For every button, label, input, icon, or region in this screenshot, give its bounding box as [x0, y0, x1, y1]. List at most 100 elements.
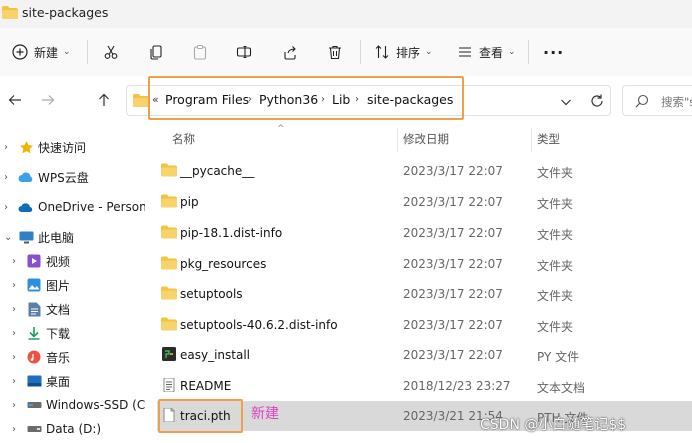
chevron-right-icon[interactable]: › [4, 142, 14, 153]
music-icon [26, 349, 42, 365]
file-date: 2023/3/17 22:07 [403, 195, 503, 209]
sidebar-item-this-pc[interactable]: ⌄ 此电脑 [4, 225, 74, 249]
rename-button[interactable] [236, 38, 252, 66]
refresh-icon[interactable] [589, 93, 605, 109]
delete-button[interactable] [327, 38, 343, 66]
sidebar-item-c-drive[interactable]: › Windows-SSD (C:) [12, 393, 145, 417]
new-button-label: 新建 [34, 45, 59, 60]
chevron-right-icon[interactable]: › [4, 172, 14, 183]
navigation-pane: › 快速访问 › WPS云盘 › OneDrive - Persona ⌄ 此电… [0, 124, 145, 443]
python-file-icon [162, 347, 176, 361]
sidebar-item-documents[interactable]: › 文档 [12, 297, 70, 321]
chevron-right-icon[interactable]: › [12, 328, 22, 339]
sidebar-item-label: 此电脑 [38, 230, 75, 245]
title-bar: site-packages [0, 0, 692, 28]
file-type: 文件夹 [537, 197, 574, 211]
file-name: easy_install [180, 348, 251, 362]
chevron-right-icon[interactable]: › [12, 352, 22, 363]
share-button[interactable] [282, 38, 298, 66]
back-button[interactable] [5, 90, 25, 110]
sidebar-item-pictures[interactable]: › 图片 [12, 273, 70, 297]
chevron-right-icon[interactable]: › [12, 400, 22, 411]
chevron-right-icon[interactable]: › [12, 424, 22, 435]
search-icon [635, 94, 649, 108]
more-options-button[interactable]: ... [543, 38, 564, 66]
column-divider[interactable] [397, 128, 398, 152]
folder-icon [161, 286, 177, 300]
sidebar-item-onedrive[interactable]: › OneDrive - Persona [4, 195, 145, 219]
file-date: 2023/3/17 22:07 [403, 348, 503, 362]
file-name: README [180, 379, 232, 393]
file-name: setuptools-40.6.2.dist-info [180, 318, 338, 332]
up-button[interactable] [94, 90, 114, 110]
sidebar-item-downloads[interactable]: › 下载 [12, 321, 70, 345]
column-header-name[interactable]: 名称 [172, 131, 195, 147]
file-type: 文件夹 [537, 289, 574, 303]
chevron-right-icon[interactable]: › [4, 202, 14, 213]
sidebar-item-label: OneDrive - Persona [38, 200, 145, 214]
table-row[interactable]: pkg_resources 2023/3/17 22:07 文件夹 [157, 249, 692, 279]
file-list: ^ 名称 修改日期 类型 __pycache__ 2023/3/17 22:07… [145, 124, 692, 443]
desktop-icon [26, 373, 42, 389]
folder-icon [161, 194, 177, 208]
forward-button[interactable] [38, 90, 58, 110]
file-name: pip [180, 195, 199, 209]
sidebar-item-quick-access[interactable]: › 快速访问 [4, 135, 86, 159]
star-icon [18, 139, 34, 155]
chevron-down-icon: ⌄ [508, 47, 516, 57]
command-bar: 新建 ⌄ 排序 ⌄ 查看 ⌄ ... [0, 28, 692, 76]
column-header-modified[interactable]: 修改日期 [403, 131, 449, 147]
folder-icon [133, 94, 149, 107]
sidebar-item-label: 桌面 [46, 374, 71, 389]
trash-icon [329, 45, 341, 60]
new-button[interactable]: 新建 ⌄ [12, 38, 71, 66]
plus-circle-icon [12, 44, 28, 60]
chevron-down-icon: ⌄ [425, 47, 433, 57]
paste-button[interactable] [192, 38, 208, 66]
file-type: 文件夹 [537, 166, 574, 180]
chevron-right-icon[interactable]: › [12, 280, 22, 291]
file-date: 2023/3/17 22:07 [403, 164, 503, 178]
watermark: CSDN @小白随笔记$$ [480, 417, 627, 433]
table-row[interactable]: __pycache__ 2023/3/17 22:07 文件夹 [157, 156, 692, 186]
sort-ascending-icon: ^ [277, 124, 285, 134]
view-button[interactable]: 查看 ⌄ [457, 38, 516, 66]
sidebar-item-label: 视频 [46, 254, 71, 269]
search-input[interactable]: 搜索"s [622, 85, 692, 116]
chevron-down-icon[interactable] [559, 95, 573, 109]
toolbar-divider [528, 40, 529, 64]
chevron-right-icon[interactable]: › [12, 376, 22, 387]
table-row[interactable]: README 2018/12/23 23:27 文本文档 [157, 371, 692, 401]
table-row[interactable]: pip 2023/3/17 22:07 文件夹 [157, 187, 692, 217]
view-button-label: 查看 [479, 45, 504, 60]
drive-icon [26, 421, 42, 437]
sidebar-item-desktop[interactable]: › 桌面 [12, 369, 70, 393]
folder-icon [161, 163, 177, 177]
table-row[interactable]: easy_install 2023/3/17 22:07 PY 文件 [157, 340, 692, 370]
chevron-right-icon[interactable]: › [12, 304, 22, 315]
onedrive-icon [18, 199, 34, 215]
file-type: 文件夹 [537, 259, 574, 273]
table-row[interactable]: setuptools 2023/3/17 22:07 文件夹 [157, 279, 692, 309]
chevron-right-icon[interactable]: › [12, 256, 22, 267]
arrow-up-icon [99, 93, 109, 106]
sort-button[interactable]: 排序 ⌄ [374, 38, 433, 66]
rename-icon [236, 45, 252, 59]
table-row[interactable]: setuptools-40.6.2.dist-info 2023/3/17 22… [157, 310, 692, 340]
picture-icon [26, 277, 42, 293]
sidebar-item-music[interactable]: › 音乐 [12, 345, 70, 369]
sidebar-item-videos[interactable]: › 视频 [12, 249, 70, 273]
cut-button[interactable] [103, 38, 119, 66]
sidebar-item-wps-cloud[interactable]: › WPS云盘 [4, 165, 89, 189]
sidebar-item-d-drive[interactable]: › Data (D:) [12, 417, 101, 441]
sidebar-item-label: 音乐 [46, 350, 71, 365]
sidebar-item-label: 快速访问 [38, 140, 87, 155]
scissors-icon [104, 45, 118, 59]
chevron-down-icon[interactable]: ⌄ [4, 232, 14, 243]
table-row[interactable]: pip-18.1.dist-info 2023/3/17 22:07 文件夹 [157, 218, 692, 248]
file-name: setuptools [180, 287, 243, 301]
column-header-type[interactable]: 类型 [537, 131, 560, 147]
copy-button[interactable] [148, 38, 164, 66]
document-icon [26, 301, 42, 317]
column-divider[interactable] [531, 128, 532, 152]
